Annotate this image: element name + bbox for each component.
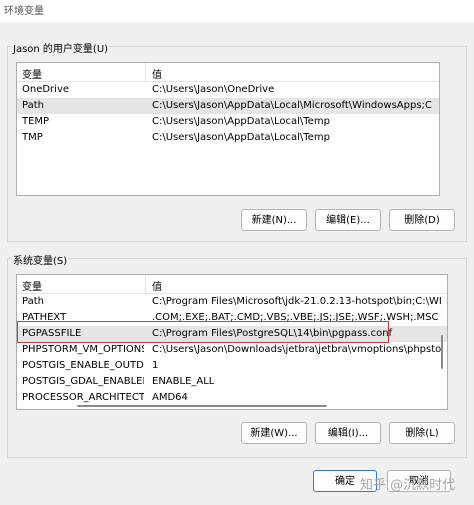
column-divider[interactable] bbox=[145, 275, 146, 293]
list-header: 变量 值 bbox=[17, 63, 439, 82]
vertical-scrollbar[interactable] bbox=[437, 293, 447, 409]
system-variables-label: 系统变量(S) bbox=[12, 252, 69, 267]
column-header-variable[interactable]: 变量 bbox=[22, 66, 42, 81]
user-new-button[interactable]: 新建(N)... bbox=[241, 209, 307, 231]
system-edit-button[interactable]: 编辑(I)... bbox=[315, 422, 381, 444]
variable-name: POSTGIS_ENABLE_OUTDB... bbox=[22, 360, 144, 371]
title-bar[interactable]: 环境变量 bbox=[0, 0, 474, 22]
watermark-text: 知乎 @沉默时代 bbox=[360, 478, 456, 493]
variable-name: PHPSTORM_VM_OPTIONS bbox=[22, 344, 144, 355]
variable-name: TMP bbox=[22, 132, 43, 143]
variable-value: C:\Users\Jason\AppData\Local\Temp bbox=[152, 132, 330, 143]
user-delete-button[interactable]: 删除(D) bbox=[389, 209, 455, 231]
list-item[interactable]: TMP C:\Users\Jason\AppData\Local\Temp bbox=[17, 130, 439, 146]
column-header-variable[interactable]: 变量 bbox=[22, 278, 42, 293]
list-header: 变量 值 bbox=[17, 275, 447, 294]
system-delete-button[interactable]: 删除(L) bbox=[389, 422, 455, 444]
variable-name: TEMP bbox=[22, 116, 50, 127]
variable-value: C:\Program Files\Microsoft\jdk-21.0.2.13… bbox=[152, 296, 441, 307]
variable-name: POSTGIS_GDAL_ENABLED... bbox=[22, 376, 144, 387]
list-item[interactable]: POSTGIS_GDAL_ENABLED... ENABLE_ALL bbox=[17, 374, 447, 390]
variable-name: PROCESSOR_ARCHITECT... bbox=[22, 392, 144, 403]
user-variables-list[interactable]: 变量 值 OneDrive C:\Users\Jason\OneDrive Pa… bbox=[16, 62, 440, 196]
variable-name: OneDrive bbox=[22, 84, 70, 95]
variable-value: C:\Users\Jason\AppData\Local\Microsoft\W… bbox=[152, 100, 433, 111]
scrollbar-thumb[interactable] bbox=[77, 405, 327, 407]
list-item[interactable]: POSTGIS_ENABLE_OUTDB... 1 bbox=[17, 358, 447, 374]
scrollbar-thumb[interactable] bbox=[441, 335, 443, 369]
column-header-value[interactable]: 值 bbox=[152, 66, 162, 81]
highlight-annotation bbox=[17, 321, 389, 343]
variable-name: Path bbox=[22, 100, 44, 111]
list-item[interactable]: PHPSTORM_VM_OPTIONS C:\Users\Jason\Downl… bbox=[17, 342, 447, 358]
column-header-value[interactable]: 值 bbox=[152, 278, 162, 293]
variable-value: C:\Users\Jason\AppData\Local\Temp bbox=[152, 116, 330, 127]
list-item[interactable]: OneDrive C:\Users\Jason\OneDrive bbox=[17, 82, 439, 98]
horizontal-scrollbar[interactable] bbox=[17, 403, 447, 409]
variable-value: 1 bbox=[152, 360, 159, 371]
variable-value: ENABLE_ALL bbox=[152, 376, 215, 387]
user-variables-label: Jason 的用户变量(U) bbox=[12, 40, 110, 55]
variable-name: Path bbox=[22, 296, 44, 307]
window-title: 环境变量 bbox=[4, 6, 44, 17]
variable-value: AMD64 bbox=[152, 392, 188, 403]
system-new-button[interactable]: 新建(W)... bbox=[241, 422, 307, 444]
list-item[interactable]: Path C:\Program Files\Microsoft\jdk-21.0… bbox=[17, 294, 447, 310]
list-item-selected[interactable]: Path C:\Users\Jason\AppData\Local\Micros… bbox=[17, 98, 439, 114]
variable-value: C:\Users\Jason\Downloads\jetbra\jetbra\v… bbox=[152, 344, 441, 355]
column-divider[interactable] bbox=[145, 63, 146, 81]
list-item[interactable]: TEMP C:\Users\Jason\AppData\Local\Temp bbox=[17, 114, 439, 130]
variable-value: C:\Users\Jason\OneDrive bbox=[152, 84, 275, 95]
user-edit-button[interactable]: 编辑(E)... bbox=[315, 209, 381, 231]
